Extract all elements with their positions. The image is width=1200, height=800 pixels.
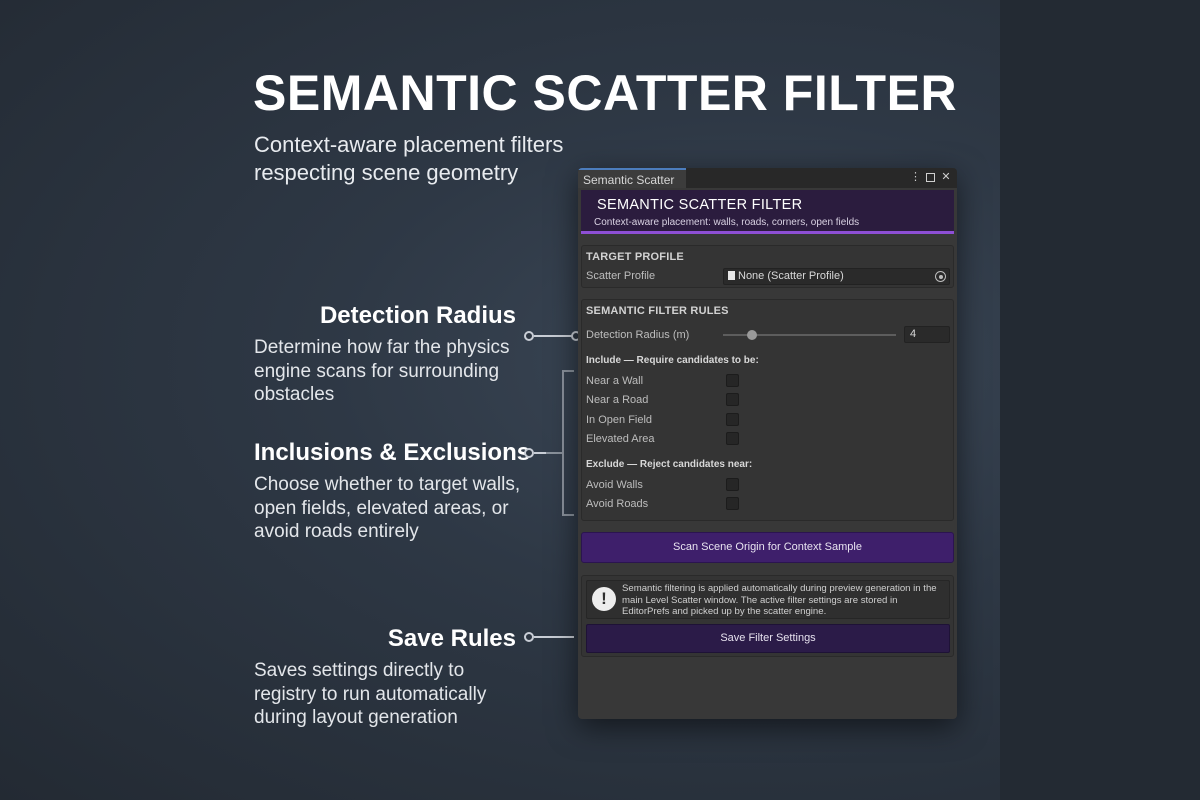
connector-dot: [524, 448, 534, 458]
connector-dot: [524, 632, 534, 642]
bracket-line: [562, 370, 564, 516]
detection-radius-slider[interactable]: [723, 330, 896, 340]
window-tab-bar: Semantic Scatter ⋮ ✕: [578, 168, 957, 188]
exclude-avoid-walls-label: Avoid Walls: [586, 479, 643, 491]
bracket-line: [562, 514, 574, 516]
callout-title: Detection Radius: [319, 302, 516, 329]
save-filter-settings-button[interactable]: Save Filter Settings: [586, 624, 950, 653]
exclude-heading: Exclude — Reject candidates near:: [586, 459, 753, 470]
include-near-road-checkbox[interactable]: [726, 393, 739, 406]
scan-scene-origin-button[interactable]: Scan Scene Origin for Context Sample: [581, 532, 954, 563]
connector-line: [534, 452, 546, 454]
callout-description: Choose whether to target walls, open fie…: [254, 474, 521, 542]
include-open-field-checkbox[interactable]: [726, 413, 739, 426]
callout-inclusions-exclusions: Inclusions & Exclusions Choose whether t…: [254, 439, 531, 544]
exclude-avoid-roads-checkbox[interactable]: [726, 497, 739, 510]
exclude-avoid-roads-label: Avoid Roads: [586, 498, 649, 510]
connector-line: [534, 636, 574, 638]
maximize-icon[interactable]: [926, 173, 935, 182]
target-profile-title: TARGET PROFILE: [586, 251, 684, 263]
callout-title: Inclusions & Exclusions: [254, 439, 531, 466]
filter-rules-panel: SEMANTIC FILTER RULES Detection Radius (…: [581, 299, 954, 521]
tab-semantic-scatter[interactable]: Semantic Scatter: [578, 168, 686, 188]
semantic-scatter-window: Semantic Scatter ⋮ ✕ SEMANTIC SCATTER FI…: [578, 168, 957, 719]
scatter-profile-value: None (Scatter Profile): [738, 270, 844, 282]
header-title: SEMANTIC SCATTER FILTER: [597, 197, 803, 213]
help-text: Semantic filtering is applied automatica…: [622, 583, 937, 617]
filter-rules-title: SEMANTIC FILTER RULES: [586, 305, 729, 317]
page-headline: SEMANTIC SCATTER FILTER: [253, 65, 958, 121]
more-options-icon[interactable]: ⋮: [910, 171, 921, 184]
scatter-profile-label: Scatter Profile: [586, 270, 656, 282]
include-open-field-label: In Open Field: [586, 414, 653, 426]
include-elevated-area-checkbox[interactable]: [726, 432, 739, 445]
target-profile-panel: TARGET PROFILE Scatter Profile None (Sca…: [581, 245, 954, 288]
callout-description: Determine how far the physics engine sca…: [254, 337, 510, 405]
file-icon: [728, 271, 735, 280]
detection-radius-label: Detection Radius (m): [586, 329, 690, 341]
background-right: [1000, 0, 1200, 800]
connector-dot: [524, 331, 534, 341]
header-subtitle: Context-aware placement: walls, roads, c…: [594, 217, 860, 228]
callout-description: Saves settings directly to registry to r…: [254, 660, 487, 728]
exclude-avoid-walls-checkbox[interactable]: [726, 478, 739, 491]
scatter-profile-field[interactable]: None (Scatter Profile): [723, 268, 950, 285]
bracket-line: [562, 370, 574, 372]
connector-line: [534, 335, 572, 337]
object-picker-icon[interactable]: [935, 271, 946, 282]
include-heading: Include — Require candidates to be:: [586, 355, 759, 366]
window-controls: ⋮ ✕: [910, 171, 951, 184]
bracket-line: [546, 452, 562, 454]
help-box: ! Semantic filtering is applied automati…: [586, 580, 950, 619]
detection-radius-input[interactable]: 4: [904, 326, 950, 343]
close-icon[interactable]: ✕: [941, 171, 951, 184]
callout-title: Save Rules: [387, 625, 516, 652]
page-subhead: Context-aware placement filters respecti…: [254, 132, 564, 185]
callout-save-rules: Save Rules Saves settings directly to re…: [254, 625, 516, 730]
warning-icon: !: [592, 587, 616, 611]
include-near-road-label: Near a Road: [586, 394, 649, 406]
include-near-wall-label: Near a Wall: [586, 375, 644, 387]
callout-detection-radius: Detection Radius Determine how far the p…: [254, 302, 516, 407]
include-elevated-area-label: Elevated Area: [586, 433, 655, 445]
slider-thumb[interactable]: [747, 330, 758, 340]
save-panel: ! Semantic filtering is applied automati…: [581, 575, 954, 657]
window-header: SEMANTIC SCATTER FILTER Context-aware pl…: [581, 190, 954, 234]
include-near-wall-checkbox[interactable]: [726, 374, 739, 387]
